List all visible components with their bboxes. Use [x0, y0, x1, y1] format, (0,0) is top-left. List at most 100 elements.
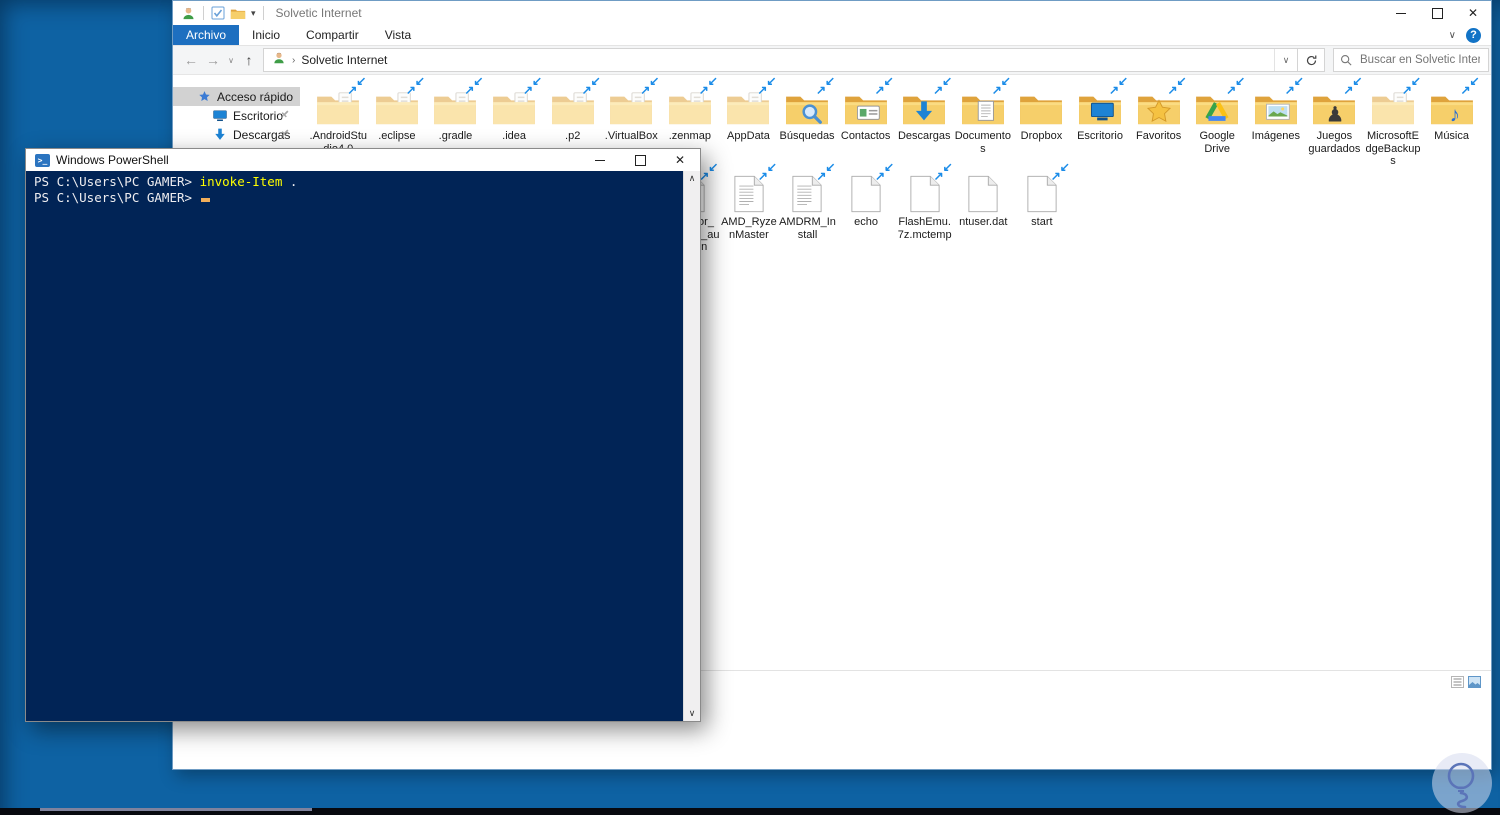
file-item-amdrm-install[interactable]: ↙↗AMDRM_Install [778, 167, 837, 254]
file-item-label: .eclipse [378, 130, 415, 143]
taskbar-edge [0, 808, 1500, 815]
navigation-buttons: ← → ∨ ↑ [173, 49, 263, 71]
tab-compartir[interactable]: Compartir [293, 25, 372, 45]
svg-text:♪: ♪ [1449, 103, 1459, 126]
tab-archivo[interactable]: Archivo [173, 25, 239, 45]
properties-icon[interactable] [211, 6, 225, 20]
thumbnail-view-button[interactable] [1468, 676, 1481, 688]
folder-music-icon: ♪↙↗ [1428, 81, 1476, 127]
refresh-button[interactable] [1297, 49, 1324, 71]
location-user-icon [272, 51, 286, 70]
file-item-label: echo [854, 216, 878, 229]
powershell-window: >_ Windows PowerShell ✕ PS C:\Users\PC G… [25, 148, 701, 722]
minimize-button[interactable] [1383, 1, 1419, 25]
file-grid-row-2: ↙↗tor_ e_au en↙↗AMD_RyzenMaster↙↗AMDRM_I… [661, 167, 1071, 254]
file-item-label: Búsquedas [780, 130, 835, 143]
file-item-im-genes[interactable]: ↙↗Imágenes [1247, 81, 1306, 168]
powershell-console[interactable]: PS C:\Users\PC GAMER> invoke-Item .PS C:… [26, 171, 700, 721]
file-item-label: Escritorio [1077, 130, 1123, 143]
console-scrollbar[interactable]: ∧ ∨ [683, 171, 700, 721]
user-folder-icon[interactable] [181, 6, 196, 21]
address-dropdown-chevron-icon[interactable]: ∨ [1274, 49, 1297, 71]
powershell-close-button[interactable]: ✕ [660, 149, 700, 171]
view-toggle-buttons [1451, 676, 1491, 688]
minimize-icon [1396, 13, 1406, 14]
desktop-monitor-icon [213, 109, 227, 123]
scroll-down-arrow-icon[interactable]: ∨ [684, 708, 700, 719]
file-item-favoritos[interactable]: ↙↗Favoritos [1129, 81, 1188, 168]
new-folder-icon[interactable] [230, 7, 246, 20]
folder-desktop-icon: ↙↗ [1076, 81, 1124, 127]
file-item-microsoftedgebackups[interactable]: ↙↗MicrosoftEdgeBackups [1364, 81, 1423, 168]
folder-hidden-icon: ↙↗ [607, 81, 655, 127]
powershell-maximize-button[interactable] [620, 149, 660, 171]
explorer-title-bar[interactable]: ▾ Solvetic Internet ✕ [173, 1, 1491, 25]
search-input[interactable] [1358, 53, 1482, 67]
scroll-up-arrow-icon[interactable]: ∧ [684, 173, 700, 184]
ribbon-tab-list: ArchivoInicioCompartirVista [173, 25, 424, 45]
maximize-button[interactable] [1419, 1, 1455, 25]
tab-inicio[interactable]: Inicio [239, 25, 293, 45]
folder-hidden-icon: ↙↗ [666, 81, 714, 127]
powershell-minimize-button[interactable] [580, 149, 620, 171]
file-item-escritorio[interactable]: ↙↗ Escritorio [1071, 81, 1130, 168]
file-item-label: Google Drive [1188, 130, 1246, 155]
search-icon [1340, 54, 1352, 66]
file-item-appdata[interactable]: ↙↗AppData [719, 81, 778, 168]
file-item-m-sica[interactable]: ♪↙↗Música [1422, 81, 1481, 168]
sidebar-item-escritorio[interactable]: Escritorio [173, 106, 300, 125]
sidebar-item-acceso-r-pido[interactable]: Acceso rápido [173, 87, 300, 106]
file-item-label: Juegos guardados [1305, 130, 1363, 155]
file-item-label: Documentos [954, 130, 1012, 155]
file-item-start[interactable]: ↙↗start [1013, 167, 1072, 254]
search-box[interactable] [1333, 48, 1489, 72]
file-item-juegos-guardados[interactable]: ♟↙↗Juegos guardados [1305, 81, 1364, 168]
file-item-b-squedas[interactable]: ↙↗Búsquedas [778, 81, 837, 168]
window-title: Solvetic Internet [276, 6, 362, 20]
sidebar-item-descargas[interactable]: Descargas [173, 125, 300, 144]
refresh-icon [1305, 54, 1318, 67]
address-bar[interactable]: › Solvetic Internet ∨ [263, 48, 1325, 72]
svg-text:♟: ♟ [1326, 103, 1345, 126]
folder-hidden-icon: ↙↗ [1369, 81, 1417, 127]
folder-hidden-icon: ↙↗ [724, 81, 772, 127]
up-button[interactable]: ↑ [239, 49, 259, 71]
tab-vista[interactable]: Vista [372, 25, 424, 45]
file-text-icon: ↙↗ [783, 167, 831, 213]
file-item-label: .gradle [439, 130, 473, 143]
forward-button[interactable]: → [203, 49, 223, 71]
folder-download-icon: ↙↗ [900, 81, 948, 127]
file-blank-icon: ↙↗ [1018, 167, 1066, 213]
expand-ribbon-chevron-icon[interactable]: ∨ [1449, 30, 1456, 41]
console-line: PS C:\Users\PC GAMER> invoke-Item . [34, 174, 692, 190]
breadcrumb[interactable]: › Solvetic Internet [264, 49, 1274, 71]
quick-access-toolbar: ▾ [173, 6, 266, 21]
back-button[interactable]: ← [181, 49, 201, 71]
breadcrumb-path[interactable]: Solvetic Internet [301, 53, 387, 67]
list-view-button[interactable] [1451, 676, 1464, 688]
folder-hidden-icon: ↙↗ [373, 81, 421, 127]
file-item-amd-ryzenmaster[interactable]: ↙↗AMD_RyzenMaster [720, 167, 779, 254]
folder-hidden-icon: ↙↗ [490, 81, 538, 127]
help-icon[interactable]: ? [1466, 28, 1481, 43]
divider [263, 6, 264, 20]
ribbon-right-controls: ∨ ? [1449, 25, 1491, 45]
customize-toolbar-caret-icon[interactable]: ▾ [251, 9, 256, 18]
folder-hidden-icon: ↙↗ [549, 81, 597, 127]
close-icon: ✕ [675, 154, 685, 166]
folder-images-icon: ↙↗ [1252, 81, 1300, 127]
file-item-descargas[interactable]: ↙↗Descargas [895, 81, 954, 168]
close-button[interactable]: ✕ [1455, 1, 1491, 25]
file-item-flashemu-7z-mctemp[interactable]: ↙↗FlashEmu.7z.mctemp [895, 167, 954, 254]
file-item-contactos[interactable]: ↙↗Contactos [836, 81, 895, 168]
file-item-documentos[interactable]: ↙↗Documentos [954, 81, 1013, 168]
recent-locations-chevron-icon[interactable]: ∨ [225, 49, 237, 71]
file-item-google-drive[interactable]: ↙↗Google Drive [1188, 81, 1247, 168]
file-item-echo[interactable]: ↙↗echo [837, 167, 896, 254]
file-item-dropbox[interactable]: Dropbox [1012, 81, 1071, 168]
powershell-title-bar[interactable]: >_ Windows PowerShell ✕ [26, 149, 700, 171]
file-item-label: .zenmap [669, 130, 711, 143]
file-item-label: Favoritos [1136, 130, 1181, 143]
powershell-window-controls: ✕ [580, 149, 700, 171]
file-item-ntuser-dat[interactable]: ntuser.dat [954, 167, 1013, 254]
